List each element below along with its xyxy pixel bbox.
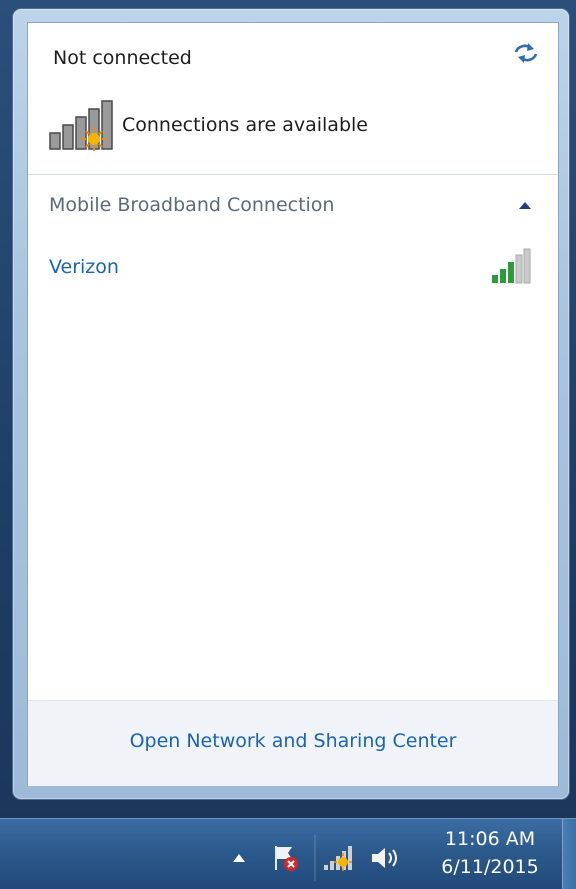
network-flyout-panel: Not connected Connections are available … xyxy=(27,22,559,786)
refresh-icon[interactable] xyxy=(512,40,540,66)
section-label: Mobile Broadband Connection xyxy=(49,194,335,216)
action-center-flag-icon[interactable] xyxy=(270,843,300,873)
network-status-icon[interactable] xyxy=(322,843,356,873)
tray-separator xyxy=(314,835,316,881)
taskbar: 11:06 AM 6/11/2015 xyxy=(0,818,576,889)
flyout-footer: Open Network and Sharing Center xyxy=(28,700,558,786)
connections-available-text: Connections are available xyxy=(122,114,368,136)
connection-status-title: Not connected xyxy=(53,47,192,69)
mobile-broadband-section-header[interactable]: Mobile Broadband Connection xyxy=(28,187,558,227)
open-network-sharing-center-link[interactable]: Open Network and Sharing Center xyxy=(28,730,558,752)
show-desktop-button[interactable] xyxy=(562,819,576,889)
show-hidden-icons-arrow[interactable] xyxy=(232,853,246,863)
clock-time: 11:06 AM xyxy=(444,828,536,850)
clock-date: 6/11/2015 xyxy=(441,856,539,878)
connection-status-area: Not connected Connections are available xyxy=(28,23,558,175)
taskbar-clock[interactable]: 11:06 AM 6/11/2015 xyxy=(420,825,560,883)
volume-icon[interactable] xyxy=(368,843,402,873)
network-item-verizon[interactable]: Verizon xyxy=(28,245,558,289)
chevron-up-icon[interactable] xyxy=(518,201,532,211)
signal-bars-sun-icon xyxy=(49,100,113,151)
network-name: Verizon xyxy=(49,256,119,278)
signal-strength-icon xyxy=(492,248,531,284)
